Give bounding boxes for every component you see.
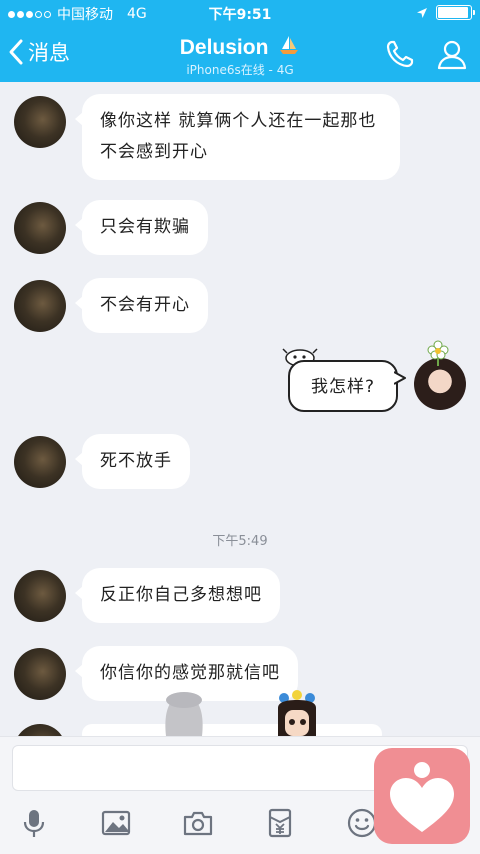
flower-icon — [427, 340, 449, 366]
message-bubble-partial[interactable] — [82, 724, 382, 736]
clock: 下午9:51 — [208, 7, 272, 23]
location-arrow-icon — [417, 7, 427, 18]
battery-icon — [436, 5, 475, 20]
message-bubble[interactable]: 我怎样? — [288, 360, 398, 412]
phone-icon[interactable] — [384, 38, 416, 70]
contact-avatar[interactable] — [14, 724, 66, 736]
message-list[interactable]: 像你这样 就算俩个人还在一起那也不会感到开心 只会有欺骗 不会有开心 我怎样? … — [0, 82, 480, 736]
contact-avatar[interactable] — [14, 436, 66, 488]
grey-character-pendant-icon — [165, 692, 203, 736]
message-bubble[interactable]: 反正你自己多想想吧 — [75, 568, 280, 623]
heart-sticker-icon — [390, 762, 454, 832]
contact-avatar[interactable] — [14, 280, 66, 332]
bubble-tail-icon — [394, 371, 406, 385]
message-bubble[interactable]: 只会有欺骗 — [75, 200, 208, 255]
status-bar: 中国移动 4G 下午9:51 — [0, 0, 480, 26]
profile-icon[interactable] — [436, 38, 468, 70]
contact-avatar[interactable] — [14, 96, 66, 148]
chat-header: 消息 Delusion iPhone6s在线 - 4G — [0, 26, 480, 82]
contact-avatar[interactable] — [14, 202, 66, 254]
microphone-icon[interactable] — [18, 807, 50, 839]
contact-name-text: Delusion — [179, 36, 269, 59]
camera-icon[interactable] — [182, 807, 214, 839]
message-bubble[interactable]: 死不放手 — [75, 434, 190, 489]
red-packet-icon[interactable] — [264, 807, 296, 839]
image-icon[interactable] — [100, 807, 132, 839]
heart-sticker-button[interactable] — [374, 748, 470, 844]
message-bubble[interactable]: 不会有开心 — [75, 278, 208, 333]
contact-avatar[interactable] — [14, 570, 66, 622]
message-bubble[interactable]: 像你这样 就算俩个人还在一起那也不会感到开心 — [75, 94, 400, 180]
message-timestamp: 下午5:49 — [212, 534, 268, 549]
sailboat-icon — [280, 36, 299, 54]
contact-avatar[interactable] — [14, 648, 66, 700]
girl-character-pendant-icon — [278, 690, 316, 736]
